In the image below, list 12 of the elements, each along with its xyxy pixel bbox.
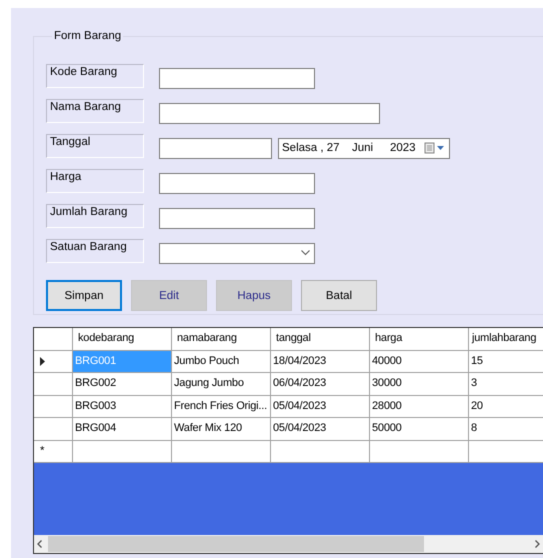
group-title: Form Barang — [53, 30, 122, 42]
field-label: Jumlah Barang — [46, 204, 144, 228]
field-label: Kode Barang — [46, 64, 144, 88]
field-label: Satuan Barang — [46, 239, 144, 263]
new-row-marker: * — [40, 445, 44, 458]
field-label: Tanggal — [46, 134, 144, 158]
date-picker[interactable]: Selasa , 27 Juni 2023 — [278, 138, 450, 158]
action-button[interactable]: Batal — [301, 280, 377, 311]
field-label: Nama Barang — [46, 99, 144, 123]
field-label: Harga — [46, 169, 144, 193]
table-cell: BRG001 — [73, 350, 172, 373]
action-button[interactable]: Simpan — [46, 280, 122, 311]
